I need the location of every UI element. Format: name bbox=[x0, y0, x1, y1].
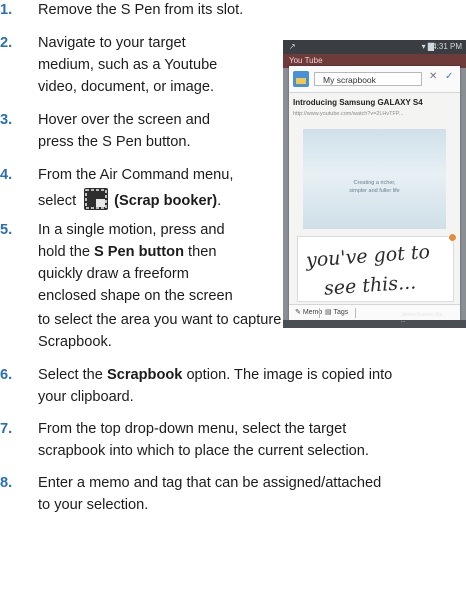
s-pen-status-icon: ↗ bbox=[289, 42, 296, 51]
period: . bbox=[217, 193, 222, 209]
step-number: 6. bbox=[0, 367, 13, 383]
step-text-scrapbook: Select the Scrapbook option. The image i… bbox=[38, 365, 392, 387]
step-text: Navigate to your target bbox=[38, 35, 186, 51]
step-text: From the top drop-down menu, select the … bbox=[38, 421, 347, 437]
step-number: 1. bbox=[0, 2, 13, 18]
background-text: James Franco, the ... bbox=[401, 312, 442, 324]
preview-caption-line: simpler and fuller life bbox=[349, 188, 400, 194]
video-url: http://www.youtube.com/watch?v=2LHvTFP..… bbox=[293, 111, 404, 117]
scrapbook-dropdown[interactable]: My scrapbook bbox=[314, 72, 422, 86]
step-text: press the S Pen button. bbox=[38, 134, 191, 150]
step-number: 7. bbox=[0, 421, 13, 437]
step-number: 2. bbox=[0, 35, 13, 51]
tags-label: Tags bbox=[333, 309, 349, 316]
s-pen-button-label: S Pen button bbox=[94, 244, 184, 260]
captured-image-preview: Creating a richer, simpler and fuller li… bbox=[303, 129, 446, 229]
step-3: 3. Hover over the screen and press the S… bbox=[0, 110, 280, 154]
step-text: enclosed shape on the screen bbox=[38, 288, 233, 304]
step-number: 8. bbox=[0, 475, 13, 491]
step-number: 4. bbox=[0, 167, 13, 183]
scrapbook-header: My scrapbook ✕ ✓ bbox=[289, 66, 460, 93]
hold-pre: hold the bbox=[38, 244, 94, 260]
step-1: 1. Remove the S Pen from its slot. bbox=[0, 0, 466, 22]
step-number: 5. bbox=[0, 222, 13, 238]
step-text: scrapbook into which to place the curren… bbox=[38, 443, 369, 459]
step-text: Scrapbook. bbox=[38, 334, 112, 350]
status-time: 4:31 PM bbox=[432, 42, 462, 51]
step-2: 2. Navigate to your target medium, such … bbox=[0, 33, 280, 99]
phone-screenshot: ↗ ▾ ▇ 4:31 PM You Tube My scrapbook ✕ ✓ … bbox=[283, 40, 466, 328]
step-text: From the Air Command menu, bbox=[38, 167, 234, 183]
background-text-line: ... bbox=[401, 318, 406, 324]
step-number: 3. bbox=[0, 112, 13, 128]
handwritten-memo-area[interactable]: you've got to see this... bbox=[297, 233, 457, 302]
step-text: Remove the S Pen from its slot. bbox=[38, 2, 244, 18]
select-post: option. The image is copied into bbox=[182, 367, 393, 383]
divider bbox=[355, 308, 356, 318]
step-text-select: select (Scrap booker). bbox=[38, 188, 221, 213]
background-text-line: James Franco, the bbox=[401, 312, 443, 318]
step-4: 4. From the Air Command menu, select (Scr… bbox=[0, 165, 280, 213]
step-text: your clipboard. bbox=[38, 389, 134, 405]
step-text-hold: hold the S Pen button then bbox=[38, 242, 216, 264]
scrapbook-card: My scrapbook ✕ ✓ Introducing Samsung GAL… bbox=[289, 66, 460, 321]
scrapbook-label: Scrapbook bbox=[106, 367, 183, 383]
scrapbook-dropdown-value: My scrapbook bbox=[323, 75, 376, 85]
scrapbook-thumbnail-icon bbox=[293, 71, 309, 87]
step-text: quickly draw a freeform bbox=[38, 266, 189, 282]
handwriting-line-1: you've got to bbox=[304, 241, 430, 272]
divider bbox=[319, 308, 320, 318]
handwriting-line-2: see this... bbox=[323, 271, 416, 299]
step-8: 8. Enter a memo and tag that can be assi… bbox=[0, 473, 466, 517]
memo-handle-icon[interactable] bbox=[448, 233, 457, 242]
step-text: Hover over the screen and bbox=[38, 112, 210, 128]
video-title: Introducing Samsung GALAXY S4 bbox=[293, 98, 423, 107]
select-word: select bbox=[38, 193, 77, 209]
step-text: medium, such as a Youtube bbox=[38, 57, 218, 73]
select-pre: Select the bbox=[38, 367, 107, 383]
scrap-booker-label: (Scrap booker) bbox=[114, 193, 218, 209]
handwriting: you've got to see this... bbox=[304, 241, 430, 300]
step-text: to your selection. bbox=[38, 497, 149, 513]
hold-post: then bbox=[184, 244, 217, 260]
youtube-logo: You Tube bbox=[289, 56, 323, 65]
step-text: video, document, or image. bbox=[38, 79, 215, 95]
scrap-booker-icon bbox=[84, 188, 109, 210]
tags-tab[interactable]: ▤ Tags bbox=[325, 305, 348, 321]
preview-caption: Creating a richer, simpler and fuller li… bbox=[303, 179, 446, 195]
checkmark-icon[interactable]: ✓ bbox=[445, 71, 453, 82]
step-7: 7. From the top drop-down menu, select t… bbox=[0, 419, 466, 463]
preview-caption-line: Creating a richer, bbox=[353, 180, 396, 186]
step-text: Enter a memo and tag that can be assigne… bbox=[38, 475, 382, 491]
step-text: In a single motion, press and bbox=[38, 222, 225, 238]
status-bar: ↗ ▾ ▇ 4:31 PM bbox=[283, 40, 466, 54]
step-6: 6. Select the Scrapbook option. The imag… bbox=[0, 365, 466, 409]
close-icon[interactable]: ✕ bbox=[429, 71, 437, 82]
